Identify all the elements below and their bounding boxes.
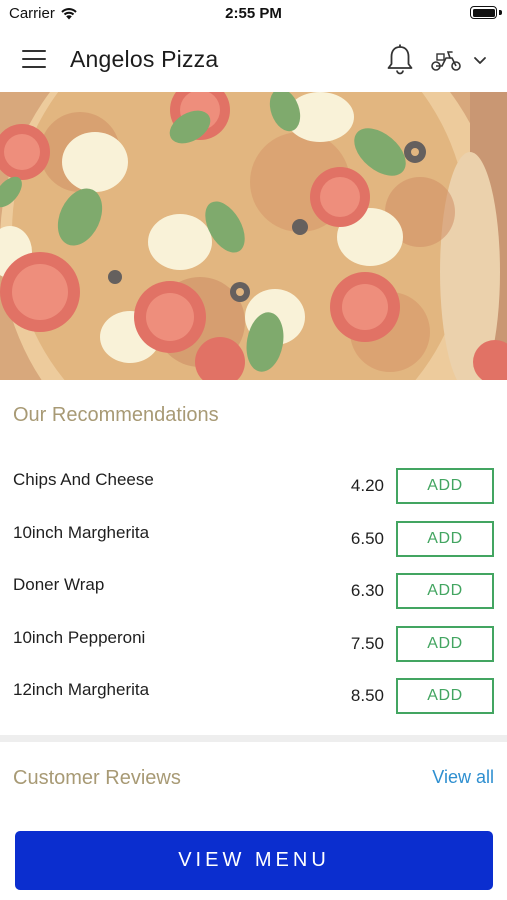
view-all-link[interactable]: View all — [432, 767, 494, 788]
item-price: 8.50 — [350, 686, 384, 705]
list-item: 10inch Pepperoni 7.50 ADD — [0, 618, 507, 671]
bell-icon[interactable] — [385, 43, 415, 77]
status-time: 2:55 PM — [225, 5, 282, 22]
reviews-title: Customer Reviews — [13, 767, 181, 789]
section-divider — [0, 735, 507, 742]
add-button[interactable]: ADD — [396, 520, 494, 557]
add-button[interactable]: ADD — [396, 468, 494, 504]
battery-cap — [499, 10, 502, 15]
battery-icon — [470, 6, 497, 19]
item-name: 10inch Pepperoni — [13, 627, 146, 647]
app-header: Angelos Pizza — [0, 28, 507, 92]
hamburger-icon[interactable] — [22, 50, 48, 70]
hero-overlay — [0, 92, 507, 380]
list-item: 12inch Margherita 8.50 ADD — [0, 670, 507, 723]
item-price: 7.50 — [350, 633, 384, 653]
list-item: 10inch Margherita 6.50 ADD — [0, 513, 507, 566]
item-name: 12inch Margherita — [13, 680, 150, 699]
list-item: Doner Wrap 6.30 ADD — [0, 565, 507, 618]
app-title: Angelos Pizza — [70, 46, 219, 72]
scooter-icon[interactable] — [430, 48, 462, 72]
list-item: Chips And Cheese 4.20 ADD — [0, 460, 507, 513]
add-button[interactable]: ADD — [396, 573, 494, 609]
view-menu-button[interactable]: VIEW MENU — [15, 831, 493, 890]
add-button[interactable]: ADD — [396, 625, 494, 662]
item-price: 4.20 — [350, 476, 384, 495]
hero-pizza-image — [0, 92, 507, 380]
item-price: 6.30 — [350, 581, 384, 600]
recommendations-title: Our Recommendations — [13, 404, 219, 426]
chevron-down-icon[interactable] — [472, 52, 488, 68]
recommendations-list: Chips And Cheese 4.20 ADD 10inch Margher… — [0, 460, 507, 723]
item-name: Doner Wrap — [13, 575, 105, 594]
item-price: 6.50 — [350, 528, 384, 548]
status-bar: Carrier 2:55 PM — [0, 0, 507, 28]
add-button[interactable]: ADD — [396, 678, 494, 714]
item-name: Chips And Cheese — [13, 470, 154, 489]
item-name: 10inch Margherita — [13, 522, 150, 542]
